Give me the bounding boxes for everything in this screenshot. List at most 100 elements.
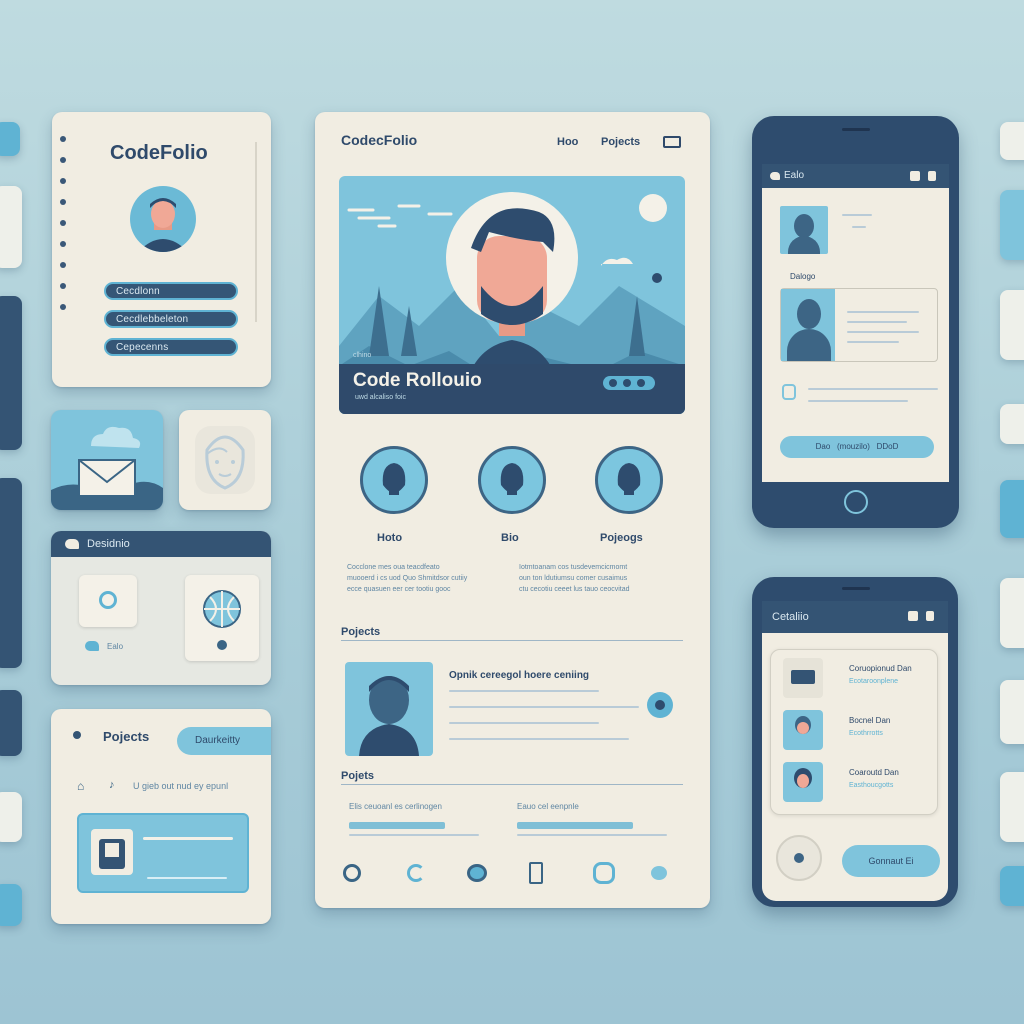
pin-icon xyxy=(73,731,81,739)
phone2-item-title: Coaroutd Dan xyxy=(849,768,899,777)
phone1-small-icon[interactable] xyxy=(782,384,796,400)
projects-card: Pojects Daurkeitty ⌂ ♪ U gieb out nud ey… xyxy=(51,709,271,924)
phone2-item-sub: Easthoucgotts xyxy=(849,782,894,789)
right-edge-tile-4[interactable] xyxy=(1000,404,1024,444)
phone2-title: Cetaliio xyxy=(772,611,809,623)
right-edge-tile-1[interactable] xyxy=(1000,122,1024,160)
bird-small-icon xyxy=(85,641,99,651)
left-edge-tile-3[interactable] xyxy=(0,296,22,450)
phone1-header-icon-1[interactable] xyxy=(910,171,920,181)
nav-link-home[interactable]: Hoo xyxy=(557,136,578,148)
document-icon[interactable] xyxy=(529,862,543,884)
section-heading-projects: Pojects xyxy=(341,626,381,638)
compass-dial[interactable] xyxy=(776,835,822,881)
phone2-list: Coruopionud Dan Ecotaroonplene Bocnel Da… xyxy=(770,649,938,815)
left-edge-tile-5[interactable] xyxy=(0,690,22,756)
projects-action-button[interactable]: Daurkeitty xyxy=(177,727,271,755)
left-edge-tile-2[interactable] xyxy=(0,186,22,268)
phone2-action-button[interactable]: Gonnaut Ei xyxy=(842,845,940,877)
projects-note: U gieb out nud ey epunl xyxy=(133,781,229,791)
left-edge-tile-6[interactable] xyxy=(0,792,22,842)
phone2-item-sub: Ecotaroonplene xyxy=(849,678,899,685)
main-brand: CodecFolio xyxy=(341,132,418,148)
cloud-mail-icon xyxy=(51,426,163,510)
phone2-header-icon-1[interactable] xyxy=(908,611,918,621)
paw-icon[interactable] xyxy=(651,866,667,880)
email-tile[interactable] xyxy=(51,410,163,510)
project-line-4 xyxy=(449,738,629,740)
left-edge-tile-7[interactable] xyxy=(0,884,22,926)
section-divider-2 xyxy=(341,784,683,785)
phone1-header-icon-2[interactable] xyxy=(928,171,936,181)
project-line-2 xyxy=(449,706,639,708)
menu-item-3[interactable]: Cepecenns xyxy=(104,338,238,356)
profile-notebook-card: CodeFolio Cecdlonn Cecdlebbeleton Cepece… xyxy=(52,112,271,387)
menu-icon[interactable] xyxy=(663,136,681,148)
phone1-line-a xyxy=(842,214,872,216)
record-button[interactable] xyxy=(79,575,137,627)
project-line-3 xyxy=(449,722,599,724)
phone1-line-b xyxy=(852,226,866,228)
list-item[interactable]: Coruopionud Dan Ecotaroonplene xyxy=(775,654,933,704)
project-preview-card[interactable] xyxy=(77,813,249,893)
designs-card: Desidnio Ealo xyxy=(51,531,271,685)
portfolio-main-page: CodecFolio Hoo Pojects clhino Code Rollo… xyxy=(315,112,710,908)
feature-icon-bio[interactable] xyxy=(478,446,546,514)
phone1-home-button[interactable] xyxy=(844,490,868,514)
right-edge-tile-6[interactable] xyxy=(1000,578,1024,648)
target-icon[interactable] xyxy=(343,864,361,882)
list-item-2-track xyxy=(517,834,667,836)
left-edge-tile-4[interactable] xyxy=(0,478,22,668)
list-item[interactable]: Bocnel Dan Ecothrrotts xyxy=(775,706,933,756)
home-icon: ⌂ xyxy=(77,779,85,793)
right-edge-tile-9[interactable] xyxy=(1000,866,1024,906)
feature-label-home: Hoto xyxy=(377,532,403,544)
list-item-2-bar xyxy=(517,822,633,829)
phone1-bottom-button[interactable]: Dao (mouzilo) DDoD xyxy=(780,436,934,458)
phone2-header-icon-2[interactable] xyxy=(926,611,934,621)
feature-label-projects: Pojeogs xyxy=(600,532,643,544)
hero-title: Code Rollouio xyxy=(353,370,482,391)
bird-icon xyxy=(65,539,79,549)
puzzle-icon[interactable] xyxy=(593,862,615,884)
face-tile[interactable] xyxy=(179,410,271,510)
globe-panel[interactable] xyxy=(185,575,259,661)
project-title: Opnik cereegol hoere ceniing xyxy=(449,670,590,681)
feature-text-home: Cocclone mes oua teacdfeato muooerd i cs… xyxy=(347,564,468,593)
menu-item-2[interactable]: Cecdlebbeleton xyxy=(104,310,238,328)
phone2-header: Cetaliio xyxy=(762,601,948,633)
right-edge-tile-3[interactable] xyxy=(1000,290,1024,360)
left-edge-tile-1[interactable] xyxy=(0,122,20,156)
notebook-binding xyxy=(60,136,68,366)
list-item-1-title: Elis ceuoanl es cerlinogen xyxy=(349,802,442,811)
right-edge-tile-5[interactable] xyxy=(1000,480,1024,538)
phone1-screen: Ealo Dalogo Dao (mouzilo) DDoD xyxy=(762,164,949,482)
globe-icon xyxy=(203,590,241,650)
list-item[interactable]: Coaroutd Dan Easthoucgotts xyxy=(775,758,933,808)
chat-icon[interactable] xyxy=(467,864,487,882)
nav-link-projects[interactable]: Pojects xyxy=(601,136,640,148)
section-divider xyxy=(341,640,683,641)
project-open-button[interactable] xyxy=(647,692,673,718)
hero-toggle[interactable] xyxy=(603,376,655,390)
right-edge-tile-2[interactable] xyxy=(1000,190,1024,260)
phone2-item-thumb-2 xyxy=(783,710,823,750)
project-preview-image xyxy=(91,829,133,875)
phone1-label: Dalogo xyxy=(790,272,816,281)
phone1-bird-icon xyxy=(770,172,780,180)
right-edge-tile-8[interactable] xyxy=(1000,772,1024,842)
feature-icon-home[interactable] xyxy=(360,446,428,514)
project-thumbnail[interactable] xyxy=(345,662,433,756)
refresh-icon[interactable] xyxy=(407,864,425,882)
feature-icon-projects[interactable] xyxy=(595,446,663,514)
menu-item-1[interactable]: Cecdlonn xyxy=(104,282,238,300)
right-edge-tile-7[interactable] xyxy=(1000,680,1024,744)
phone2-screen: Cetaliio Coruopionud Dan Ecotaroonplene … xyxy=(762,601,948,901)
phone-mockup-2: Cetaliio Coruopionud Dan Ecotaroonplene … xyxy=(752,577,958,907)
notebook-scrollbar[interactable] xyxy=(255,142,257,322)
designs-caption: Ealo xyxy=(107,642,124,651)
phone2-item-sub: Ecothrrotts xyxy=(849,730,883,737)
projects-title: Pojects xyxy=(103,729,150,744)
hero-kicker: clhino xyxy=(353,352,372,359)
phone1-feature-card[interactable] xyxy=(780,288,938,362)
